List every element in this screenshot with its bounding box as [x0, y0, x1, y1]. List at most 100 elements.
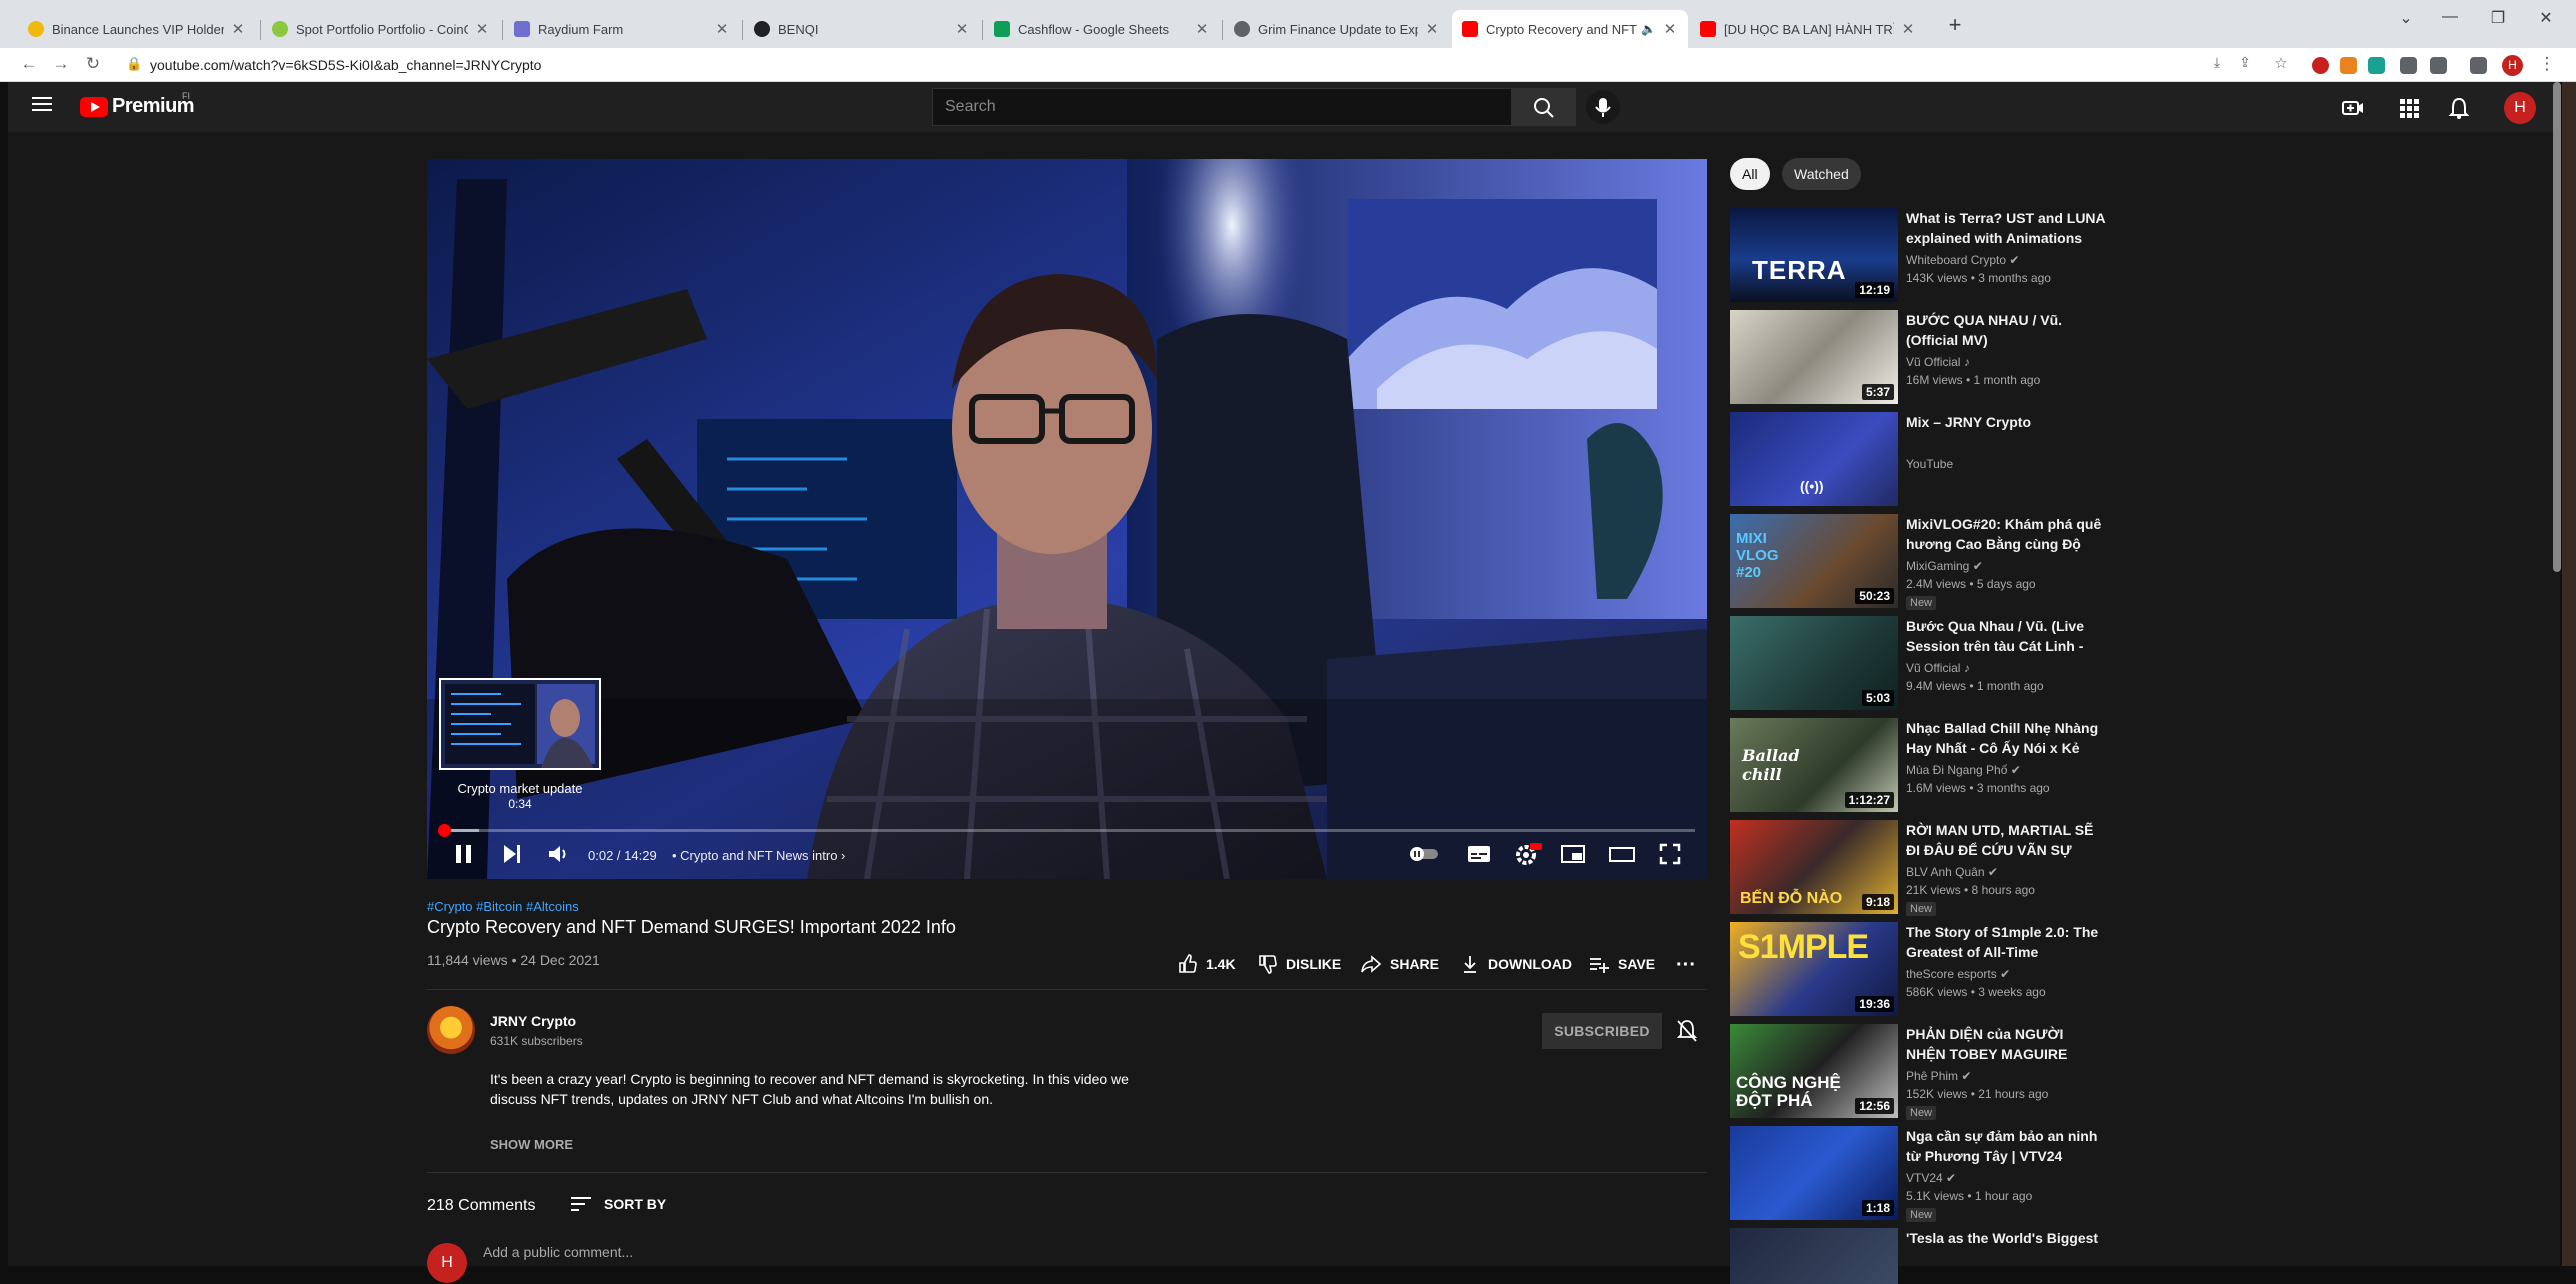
hamburger-menu-icon[interactable]	[32, 94, 52, 114]
like-button[interactable]: 1.4K	[1178, 954, 1236, 974]
recommended-channel[interactable]: VTV24 ✔	[1906, 1171, 1956, 1185]
share-icon[interactable]: ⇪	[2234, 54, 2256, 71]
next-video-icon[interactable]	[500, 842, 524, 866]
forward-icon[interactable]: →	[50, 54, 72, 74]
dislike-button[interactable]: DISLIKE	[1258, 954, 1341, 974]
recommended-channel[interactable]: BLV Anh Quân ✔	[1906, 865, 1998, 879]
recommended-video[interactable]: TERRA 12:19 What is Terra? UST and LUNA ex…	[1730, 208, 2110, 306]
recommended-video[interactable]: S1MPLE 19:36 The Story of S1mple 2.0: The …	[1730, 922, 2110, 1020]
recommended-video[interactable]: 5:37 BƯỚC QUA NHAU / Vũ. (Official MV) Vũ …	[1730, 310, 2110, 408]
search-button[interactable]	[1512, 88, 1576, 126]
facebook-extension-icon[interactable]	[2400, 57, 2417, 74]
youtube-logo-icon[interactable]	[80, 97, 108, 117]
new-tab-button[interactable]: +	[1940, 12, 1970, 38]
recommended-title[interactable]: PHẢN DIỆN của NGƯỜI NHỆN TOBEY MAGUIRE đ…	[1906, 1024, 2106, 1064]
account-avatar[interactable]: H	[2504, 92, 2536, 124]
notification-bell-off-icon[interactable]	[1674, 1018, 1700, 1044]
video-player[interactable]	[427, 159, 1707, 879]
recommended-title[interactable]: MixiVLOG#20: Khám phá quê hương Cao Bằng…	[1906, 514, 2106, 554]
fullscreen-icon[interactable]	[1658, 842, 1682, 866]
theater-mode-icon[interactable]	[1608, 842, 1636, 866]
reload-icon[interactable]: ↻	[82, 54, 104, 74]
chrome-menu-icon[interactable]: ⋮	[2536, 54, 2558, 74]
download-button[interactable]: DOWNLOAD	[1460, 954, 1572, 974]
close-tab-icon[interactable]: ✕	[230, 20, 246, 38]
voice-search-button[interactable]	[1586, 90, 1620, 124]
recommended-video[interactable]: MIXI VLOG #20 50:23 MixiVLOG#20: Khám phá …	[1730, 514, 2110, 612]
page-scrollbar[interactable]	[2553, 82, 2561, 572]
browser-tab[interactable]: Grim Finance Update to Exploit. T ✕	[1224, 10, 1450, 48]
recommended-video[interactable]: BẾN ĐỖ NÀO 9:18 RỜI MAN UTD, MARTIAL SẼ ĐI…	[1730, 820, 2110, 918]
recommended-video[interactable]: Ballad chill 1:12:27 Nhạc Ballad Chill Nhẹ…	[1730, 718, 2110, 816]
metamask-icon[interactable]	[2340, 57, 2357, 74]
video-thumbnail[interactable]: 5:03	[1730, 616, 1898, 710]
recommended-title[interactable]: RỜI MAN UTD, MARTIAL SẼ ĐI ĐÂU ĐỂ CỨU VÃ…	[1906, 820, 2106, 860]
close-tab-icon[interactable]: ✕	[474, 20, 490, 38]
video-thumbnail[interactable]: Ballad chill 1:12:27	[1730, 718, 1898, 812]
recommended-video[interactable]: ((•)) Mix – JRNY Crypto YouTube	[1730, 412, 2110, 510]
recommended-channel[interactable]: Mùa Đi Ngang Phố ✔	[1906, 763, 2021, 777]
apps-grid-icon[interactable]	[2398, 97, 2420, 119]
browser-tab[interactable]: [DU HỌC BA LAN] HÀNH TRÌNH ✕	[1690, 10, 1926, 48]
video-thumbnail[interactable]: TERRA 12:19	[1730, 208, 1898, 302]
close-tab-icon[interactable]: ✕	[1900, 20, 1916, 38]
recommended-channel[interactable]: MixiGaming ✔	[1906, 559, 1983, 573]
recommended-title[interactable]: What is Terra? UST and LUNA explained wi…	[1906, 208, 2106, 248]
more-actions-icon[interactable]: ···	[1676, 954, 1696, 977]
browser-tab[interactable]: Raydium Farm ✕	[504, 10, 740, 48]
pause-icon[interactable]	[452, 842, 476, 866]
recommended-title[interactable]: Nhạc Ballad Chill Nhẹ Nhàng Hay Nhất - C…	[1906, 718, 2106, 758]
video-thumbnail[interactable]: S1MPLE 19:36	[1730, 922, 1898, 1016]
back-icon[interactable]: ←	[18, 54, 40, 74]
recommended-channel[interactable]: Whiteboard Crypto ✔	[1906, 253, 2019, 267]
recommended-channel[interactable]: YouTube	[1906, 457, 1953, 471]
sort-comments-button[interactable]: SORT BY	[570, 1195, 666, 1213]
puzzle-extensions-icon[interactable]	[2430, 57, 2447, 74]
chapter-button[interactable]: • Crypto and NFT News intro ›	[672, 848, 845, 863]
video-thumbnail[interactable]: CÔNG NGHỆ ĐỘT PHÁ 12:56	[1730, 1024, 1898, 1118]
volume-icon[interactable]	[546, 842, 570, 866]
channel-avatar[interactable]	[427, 1006, 475, 1054]
recommended-video[interactable]: CÔNG NGHỆ ĐỘT PHÁ 12:56 PHẢN DIỆN của NGƯỜ…	[1730, 1024, 2110, 1122]
recommended-channel[interactable]: Phê Phim ✔	[1906, 1069, 1971, 1083]
recommended-title[interactable]: Mix – JRNY Crypto	[1906, 412, 2106, 432]
subtitles-icon[interactable]	[1466, 842, 1492, 866]
filter-chip-watched[interactable]: Watched	[1782, 158, 1861, 190]
search-input[interactable]	[933, 89, 1511, 125]
close-tab-icon[interactable]: ✕	[1662, 20, 1678, 38]
bookmark-star-icon[interactable]: ☆	[2270, 54, 2292, 72]
browser-tab[interactable]: BENQI ✕	[744, 10, 980, 48]
video-thumbnail[interactable]: 1:18	[1730, 1126, 1898, 1220]
minimize-button[interactable]: —	[2430, 8, 2470, 26]
video-thumbnail[interactable]: MIXI VLOG #20 50:23	[1730, 514, 1898, 608]
autoplay-toggle-icon[interactable]	[1408, 842, 1440, 866]
search-box[interactable]	[932, 88, 1512, 126]
lock-icon[interactable]: 🔒	[126, 56, 142, 72]
restore-button[interactable]: ❐	[2478, 8, 2518, 28]
recommended-channel[interactable]: Vũ Official ♪	[1906, 355, 1970, 369]
reading-list-icon[interactable]	[2470, 57, 2487, 74]
video-thumbnail[interactable]: ((•))	[1730, 412, 1898, 506]
browser-tab-active[interactable]: Crypto Recovery and NFT De 🔈 ✕	[1452, 10, 1688, 48]
video-thumbnail[interactable]: BẾN ĐỖ NÀO 9:18	[1730, 820, 1898, 914]
progress-bar[interactable]	[437, 824, 1695, 837]
extension-icon[interactable]	[2368, 57, 2385, 74]
recommended-title[interactable]: Nga cần sự đảm bảo an ninh từ Phương Tây…	[1906, 1126, 2106, 1166]
recommended-channel[interactable]: Vũ Official ♪	[1906, 661, 1970, 675]
recommended-title[interactable]: BƯỚC QUA NHAU / Vũ. (Official MV)	[1906, 310, 2106, 350]
tab-search-icon[interactable]: ⌄	[2386, 8, 2426, 28]
add-comment-input[interactable]: Add a public comment...	[483, 1244, 633, 1260]
speaker-icon[interactable]: 🔈	[1641, 22, 1656, 36]
recommended-title[interactable]: 'Tesla as the World's Biggest	[1906, 1228, 2106, 1248]
extension-icon[interactable]	[2312, 57, 2329, 74]
progress-scrubber[interactable]	[437, 824, 451, 837]
browser-tab[interactable]: Cashflow - Google Sheets ✕	[984, 10, 1220, 48]
miniplayer-icon[interactable]	[1560, 842, 1586, 866]
recommended-title[interactable]: Bước Qua Nhau / Vũ. (Live Session trên t…	[1906, 616, 2106, 656]
recommended-video[interactable]: 1:18 Nga cần sự đảm bảo an ninh từ Phương…	[1730, 1126, 2110, 1224]
channel-name[interactable]: JRNY Crypto	[490, 1013, 576, 1029]
profile-avatar[interactable]: H	[2502, 55, 2523, 76]
recommended-video[interactable]: 'Tesla as the World's Biggest	[1730, 1228, 2110, 1284]
notifications-bell-icon[interactable]	[2448, 97, 2470, 119]
browser-tab[interactable]: Binance Launches VIP Holders an ✕	[18, 10, 256, 48]
